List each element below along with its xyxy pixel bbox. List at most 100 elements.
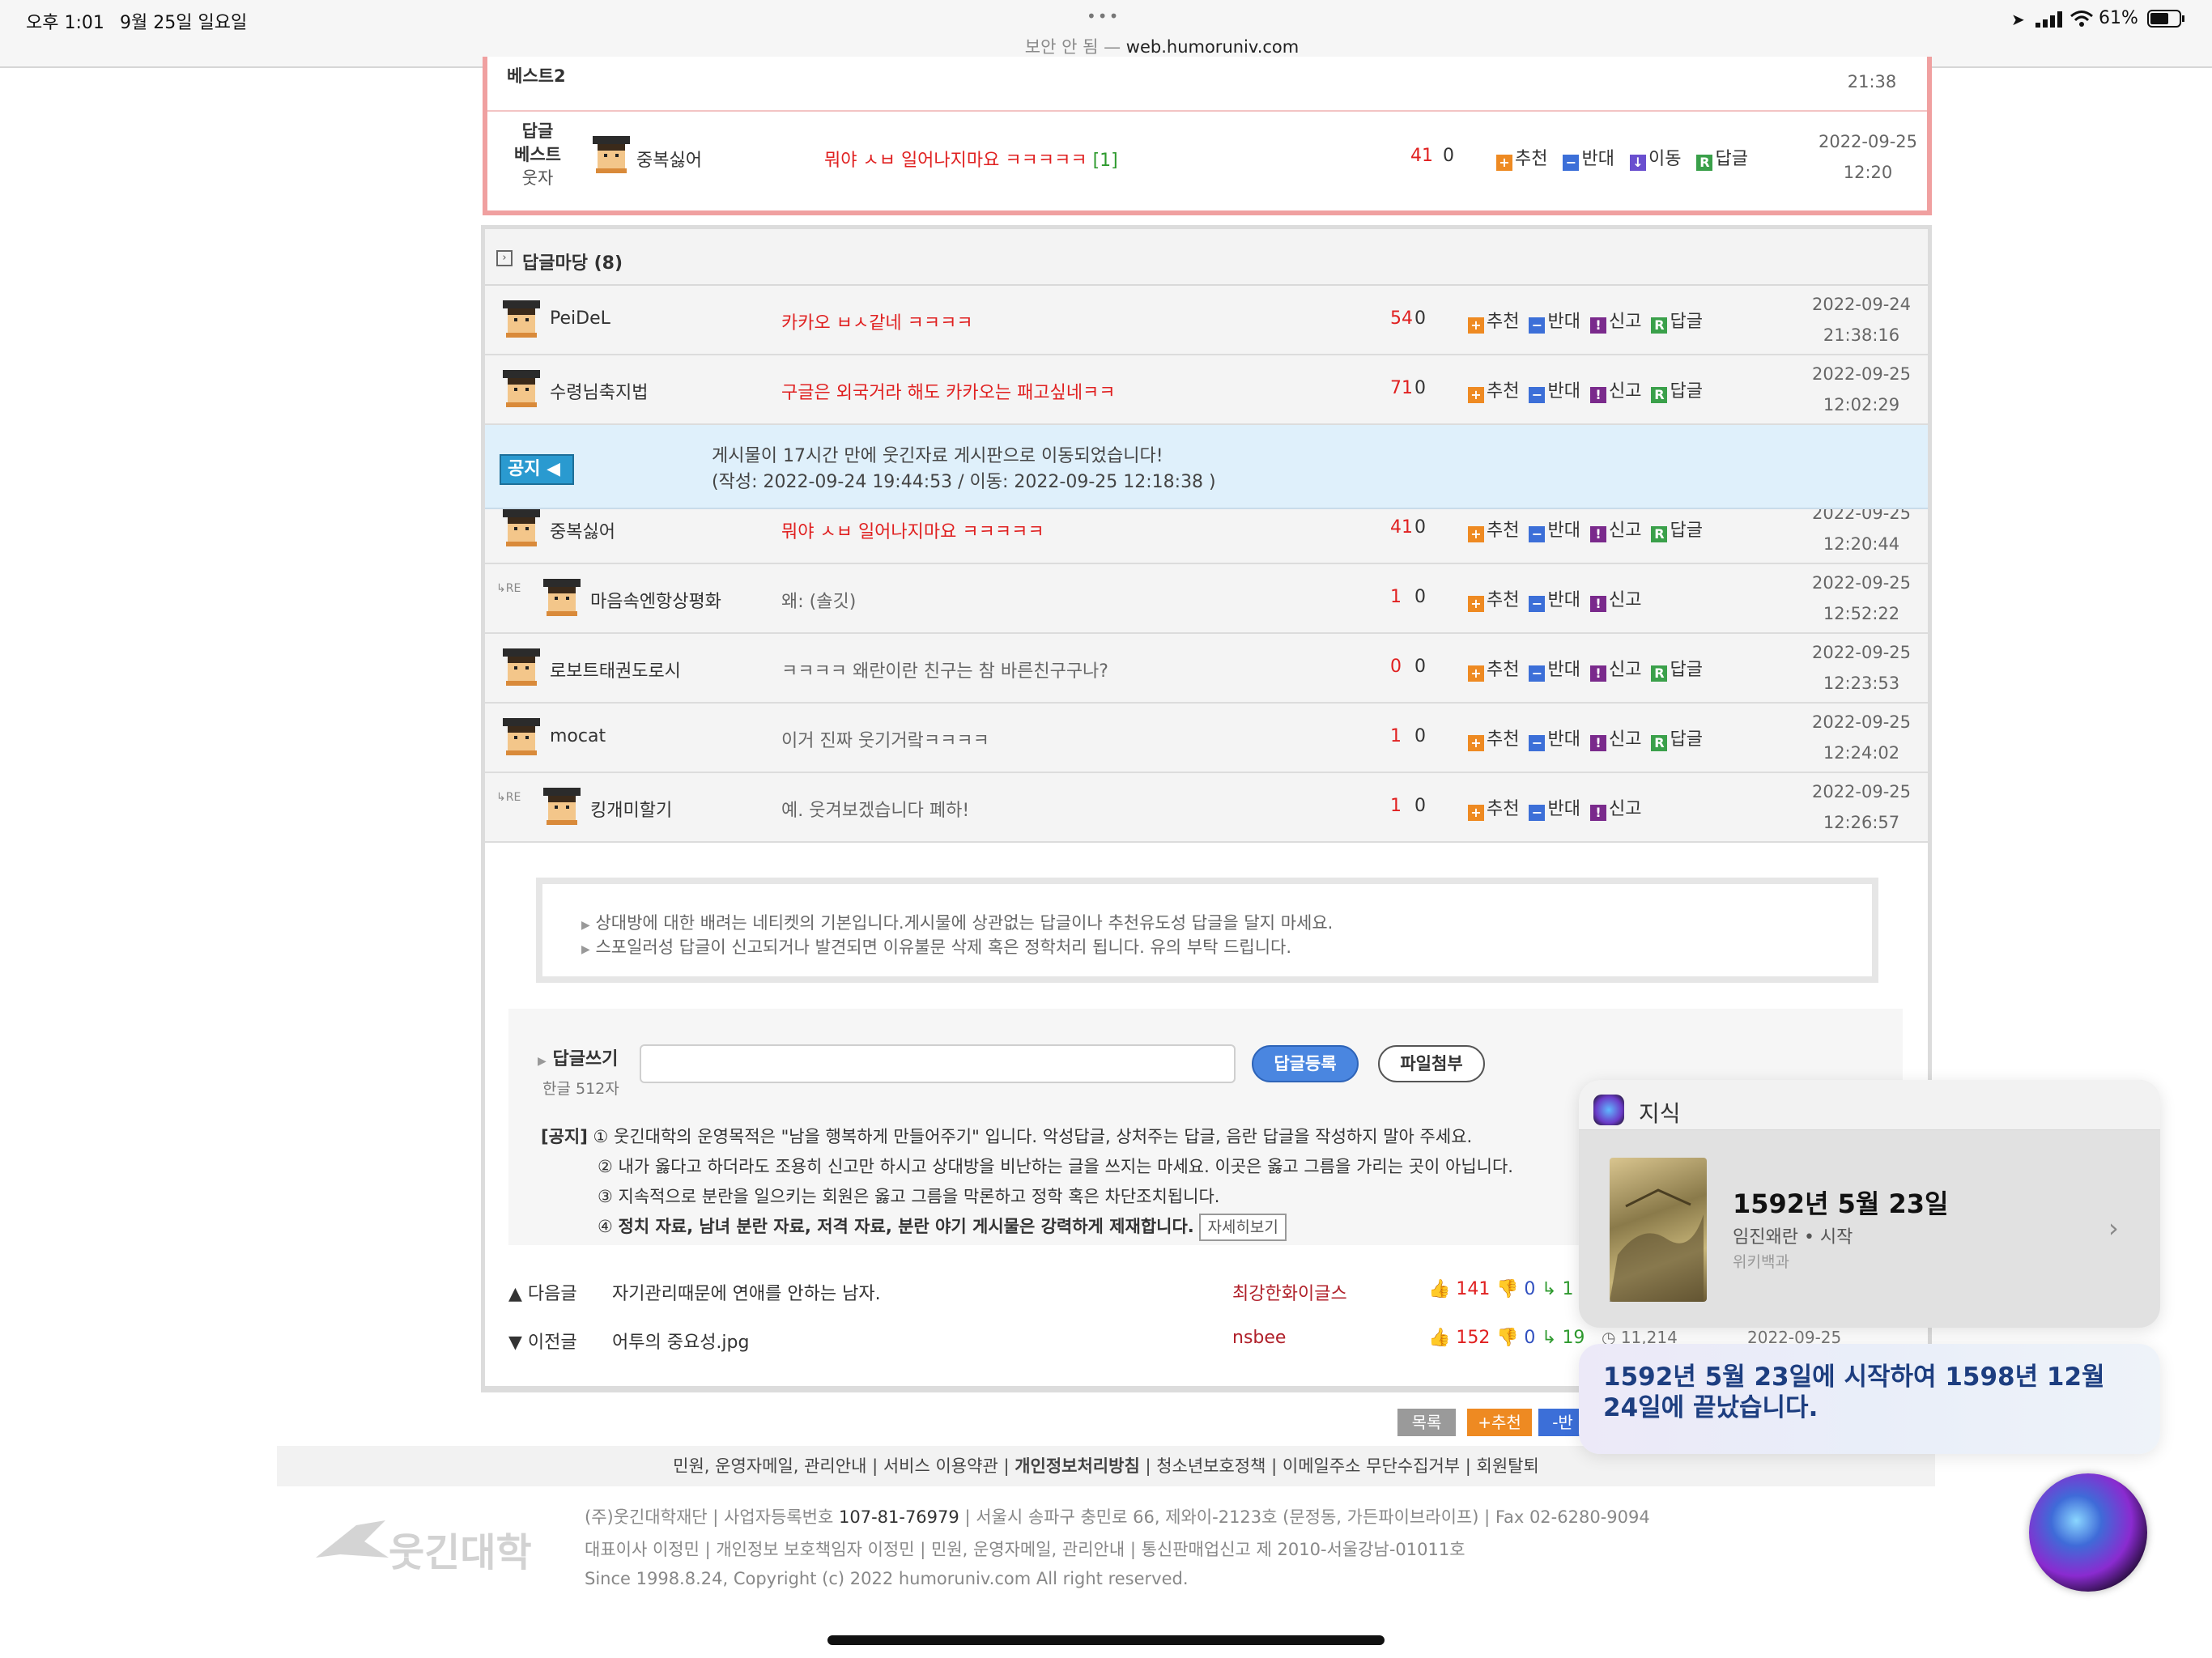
tab-overview-dots[interactable]: •••	[1087, 6, 1120, 26]
comment-user[interactable]: 수령님축지법	[550, 378, 648, 404]
minus-icon: −	[1529, 317, 1546, 334]
attach-file-button[interactable]: 파일첨부	[1378, 1045, 1485, 1082]
recommend-button[interactable]: + 추천	[1468, 521, 1529, 542]
reply-icon: R	[1696, 155, 1713, 171]
comment-datetime: 2022-09-24 21:38:16	[1811, 295, 1912, 345]
recommend-button[interactable]: + 추천	[1468, 799, 1529, 821]
footer-link[interactable]: 개인정보처리방침	[1015, 1456, 1140, 1476]
battery-percent: 61%	[2099, 8, 2138, 28]
siri-card-header: 지식	[1579, 1080, 2160, 1130]
reply-button[interactable]: R 답글	[1651, 729, 1712, 751]
siri-knowledge-card[interactable]: 지식 1592년 5월 23일 임진왜란 • 시작 위키백과 ›	[1579, 1080, 2160, 1328]
report-button[interactable]: ! 신고	[1589, 590, 1651, 612]
recommend-button[interactable]: + 추천	[1468, 729, 1529, 751]
report-icon: !	[1589, 805, 1606, 821]
footer-link[interactable]: 이메일주소 무단수집거부	[1283, 1456, 1460, 1476]
comment-user[interactable]: PeiDeL	[550, 308, 610, 329]
oppose-button[interactable]: − 반대	[1529, 590, 1589, 612]
report-button[interactable]: ! 신고	[1589, 660, 1651, 682]
comment-text[interactable]: 카카오 ㅂㅅ같네 ㅋㅋㅋㅋ	[781, 308, 973, 334]
comment-user[interactable]: 로보트태권도로시	[550, 657, 681, 682]
comment-text[interactable]: 구글은 외국거라 해도 카카오는 패고싶네ㅋㅋ	[781, 378, 1116, 404]
avatar[interactable]	[503, 509, 540, 546]
footer-link[interactable]: 회원탈퇴	[1477, 1456, 1539, 1476]
siri-card-title: 지식	[1639, 1100, 1681, 1127]
collapse-icon[interactable]: ›	[496, 250, 513, 266]
oppose-button[interactable]: − 반대	[1529, 799, 1589, 821]
report-button[interactable]: ! 신고	[1589, 312, 1651, 334]
oppose-button[interactable]: − 반대	[1529, 521, 1589, 542]
recommend-button[interactable]: + 추천	[1496, 149, 1557, 171]
comment-user[interactable]: 중복싫어	[550, 517, 615, 543]
list-button[interactable]: 목록	[1397, 1409, 1456, 1436]
avatar[interactable]	[543, 579, 581, 616]
recommend-button[interactable]: + 추천	[1468, 381, 1529, 403]
reply-button[interactable]: R 답글	[1696, 149, 1757, 171]
next-author[interactable]: 최강한화이글스	[1232, 1279, 1347, 1305]
footer-link[interactable]: 서비스 이용약관	[883, 1456, 998, 1476]
comment-row: ↳RE 마음속엔항상평화 왜: (솔깃) 1 0 + 추천 − 반대! 신고 2022-09-25 1…	[485, 564, 1928, 634]
best-row-reply: 답글 베스트 웃자 중복싫어 뭐야 ㅅㅂ 일어나지마요 ㅋㅋㅋㅋㅋ [1] 41…	[487, 113, 1927, 210]
comment-text[interactable]: 뭐야 ㅅㅂ 일어나지마요 ㅋㅋㅋㅋㅋ	[781, 517, 1044, 543]
avatar[interactable]	[593, 136, 630, 173]
best-user[interactable]: 중복싫어	[636, 146, 702, 172]
oppose-button[interactable]: − 반대	[1563, 149, 1623, 171]
reply-button[interactable]: R 답글	[1651, 521, 1712, 542]
comment-text[interactable]: 이거 진짜 웃기거랔ㅋㅋㅋㅋ	[781, 726, 989, 752]
oppose-button[interactable]: − 반대	[1529, 381, 1589, 403]
report-button[interactable]: ! 신고	[1589, 521, 1651, 542]
comment-user[interactable]: 마음속엔항상평화	[590, 587, 721, 613]
home-indicator[interactable]	[827, 1635, 1385, 1645]
avatar[interactable]	[503, 370, 540, 407]
reply-input[interactable]	[640, 1044, 1236, 1083]
recommend-button[interactable]: + 추천	[1468, 590, 1529, 612]
thumb-down-icon: 👎	[1496, 1328, 1519, 1348]
reply-button[interactable]: R 답글	[1651, 381, 1712, 403]
avatar[interactable]	[543, 788, 581, 825]
recommend-button[interactable]: + 추천	[1468, 312, 1529, 334]
siri-answer-text: 1592년 5월 23일에 시작하여 1598년 12월 24일에 끝났습니다.	[1603, 1363, 2105, 1422]
comment-text[interactable]: 왜: (솔깃)	[781, 587, 856, 613]
footer-line-3: Since 1998.8.24, Copyright (c) 2022 humo…	[585, 1569, 1189, 1588]
move-button[interactable]: ↓ 이동	[1629, 149, 1691, 171]
footer-link[interactable]: 청소년보호정책	[1156, 1456, 1266, 1476]
comment-user[interactable]: mocat	[550, 726, 606, 746]
comments-title: 답글마당 (8)	[522, 253, 623, 274]
up-count: 0	[1390, 657, 1402, 677]
report-button[interactable]: ! 신고	[1589, 381, 1651, 403]
comment-text[interactable]: 예. 웃겨보겠습니다 폐하!	[781, 796, 969, 822]
up-count: 54	[1390, 308, 1413, 329]
oppose-button[interactable]: − 반대	[1529, 729, 1589, 751]
comment-datetime: 2022-09-25 12:52:22	[1811, 573, 1912, 623]
avatar[interactable]	[503, 300, 540, 338]
reply-button[interactable]: R 답글	[1651, 312, 1712, 334]
comment-user[interactable]: 킹개미할기	[590, 796, 672, 822]
best-text[interactable]: 뭐야 ㅅㅂ 일어나지마요 ㅋㅋㅋㅋㅋ [1]	[824, 146, 1118, 172]
reply-button[interactable]: R 답글	[1651, 660, 1712, 682]
report-icon: !	[1589, 596, 1606, 612]
prev-title[interactable]: 어투의 중요성.jpg	[612, 1328, 749, 1354]
siri-date-title: 1592년 5월 23일	[1733, 1188, 1949, 1219]
separator: |	[866, 1456, 883, 1476]
recommend-button[interactable]: + 추천	[1468, 660, 1529, 682]
bottom-recommend-button[interactable]: +추천	[1467, 1409, 1532, 1436]
next-title[interactable]: 자기관리때문에 연애를 안하는 남자.	[612, 1279, 881, 1305]
more-button[interactable]: 자세히보기	[1199, 1214, 1287, 1241]
down-arrow-icon: ↓	[1629, 155, 1646, 171]
best-rank-label: 답글 베스트 웃자	[514, 121, 561, 188]
footer-link[interactable]: 민원, 운영자메일, 관리안내	[673, 1456, 866, 1476]
avatar[interactable]	[503, 718, 540, 755]
avatar[interactable]	[503, 648, 540, 686]
submit-reply-button[interactable]: 답글등록	[1252, 1045, 1359, 1082]
oppose-button[interactable]: − 반대	[1529, 660, 1589, 682]
report-button[interactable]: ! 신고	[1589, 799, 1651, 821]
prev-author[interactable]: nsbee	[1232, 1328, 1286, 1348]
report-button[interactable]: ! 신고	[1589, 729, 1651, 751]
plus-icon: +	[1468, 596, 1484, 612]
comment-text[interactable]: ㅋㅋㅋㅋ 왜란이란 친구는 참 바른친구구나?	[781, 657, 1108, 682]
siri-orb-icon[interactable]	[2029, 1473, 2147, 1592]
oppose-button[interactable]: − 반대	[1529, 312, 1589, 334]
char-limit: 한글 512자	[542, 1080, 619, 1098]
address-bar[interactable]: 보안 안 됨 — web.humoruniv.com	[972, 34, 1352, 58]
report-icon: !	[1589, 735, 1606, 751]
